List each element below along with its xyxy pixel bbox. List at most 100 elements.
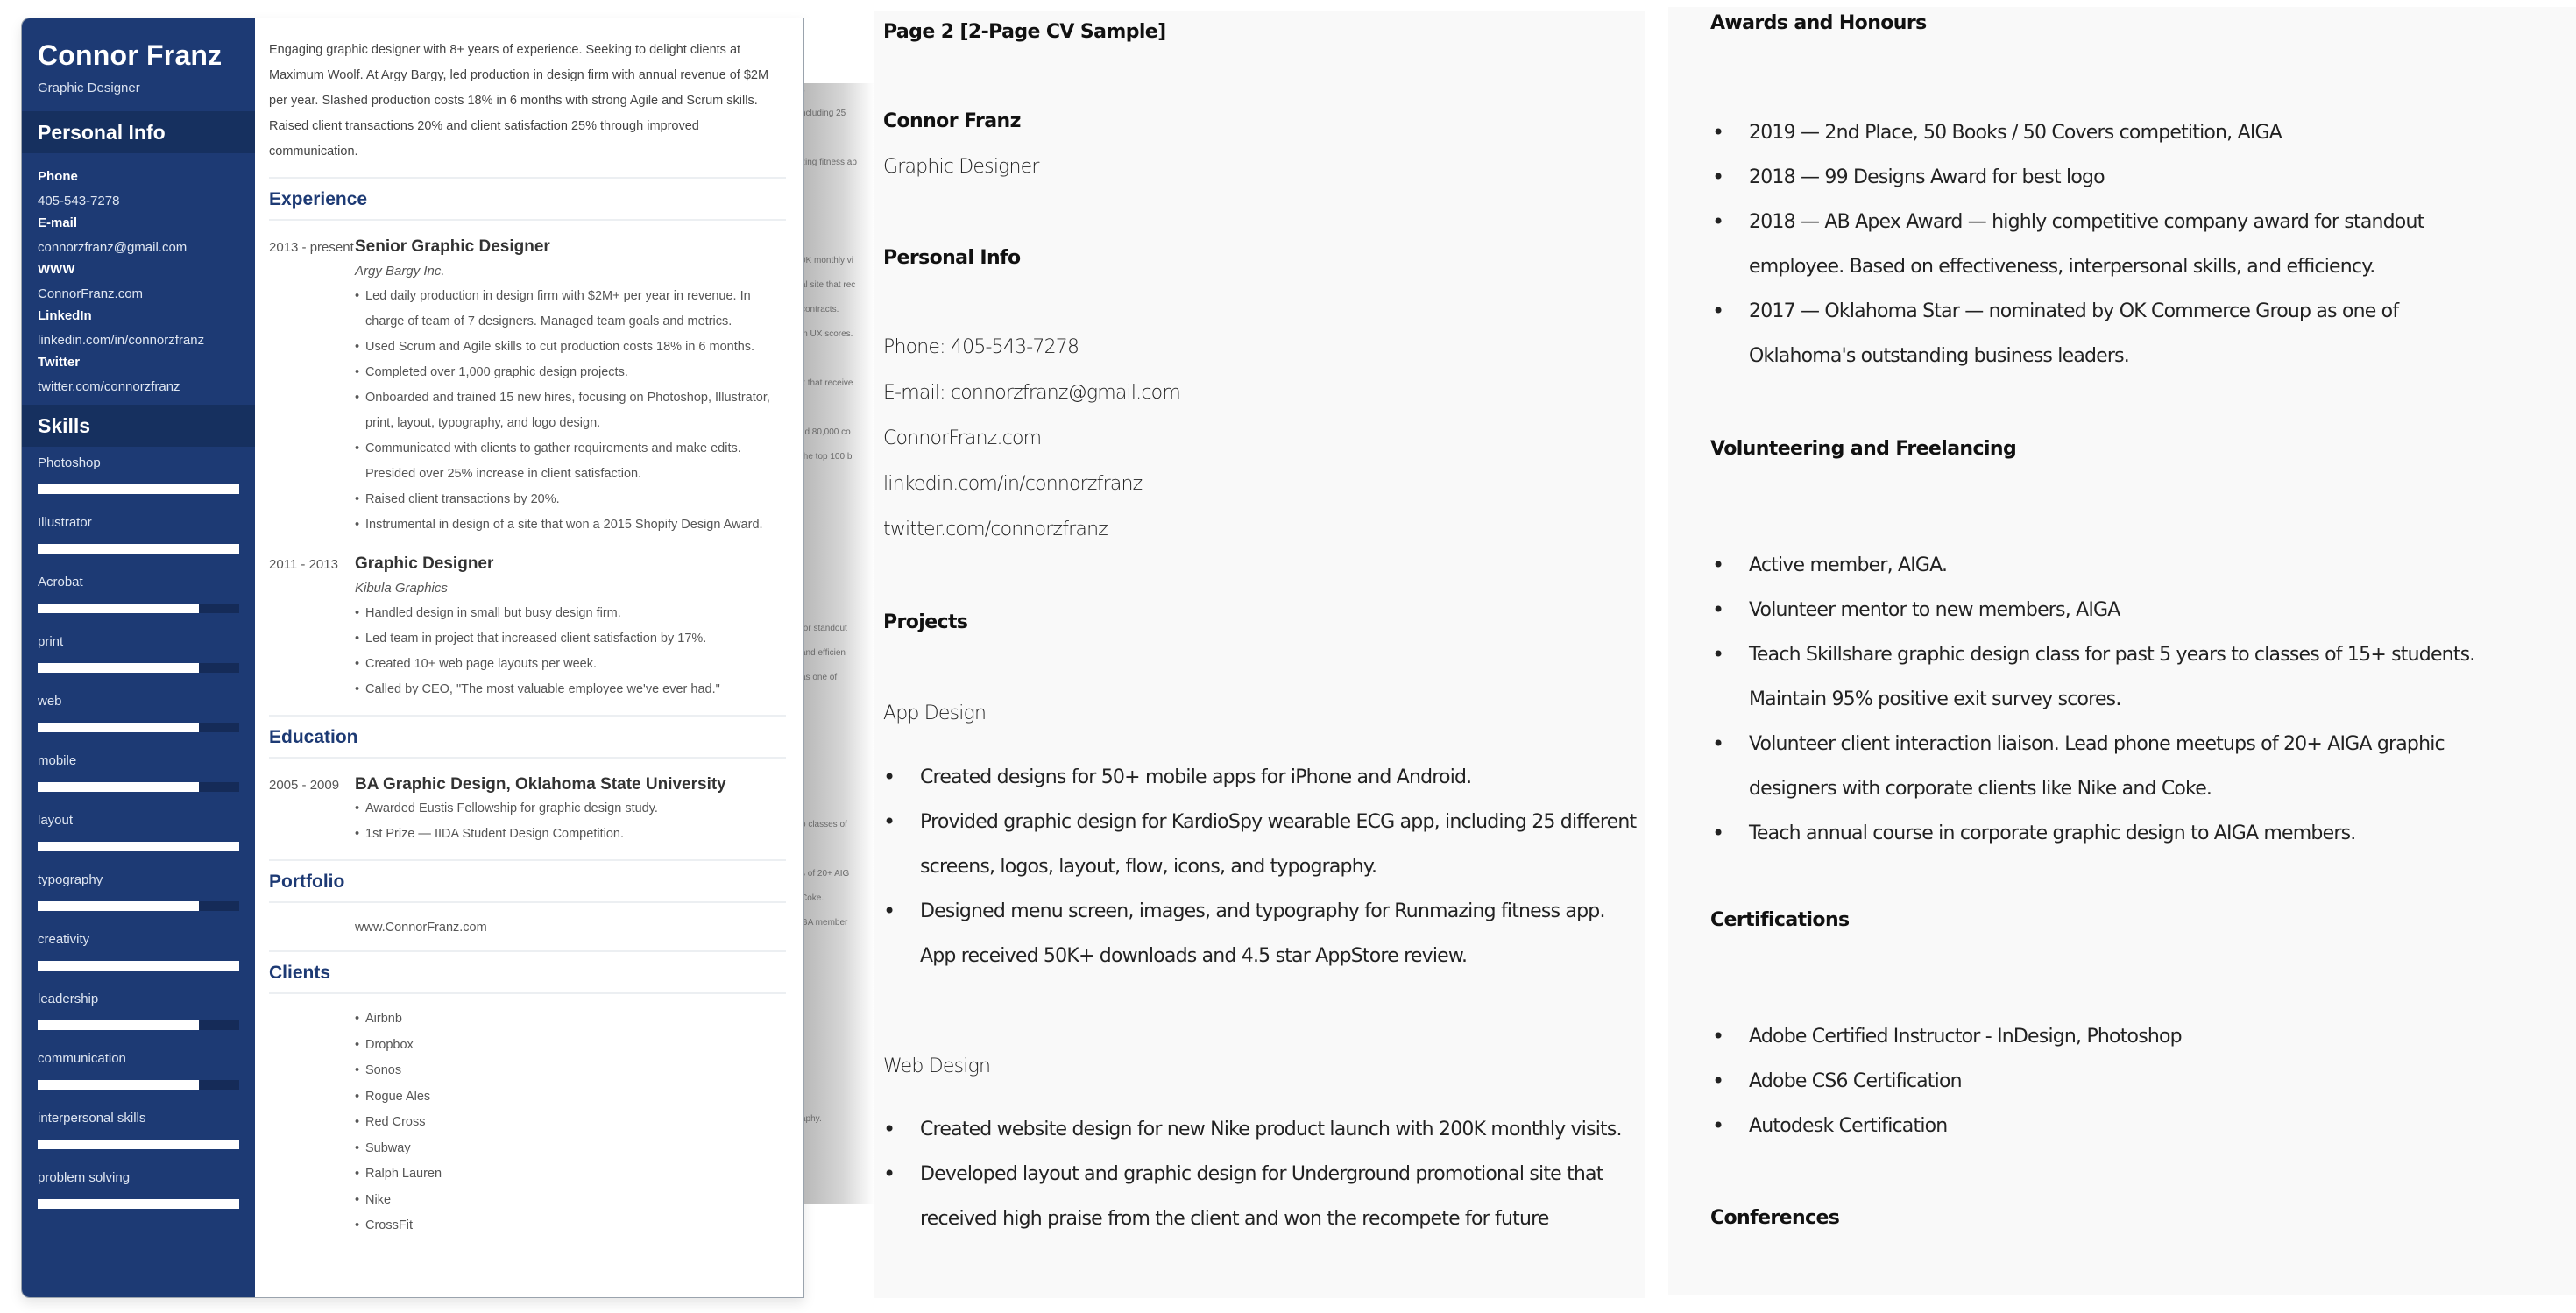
skill-level-bar [38, 1140, 239, 1149]
portfolio-heading: Portfolio [269, 872, 345, 892]
info-label: E-mail [38, 215, 78, 230]
ghost-text-line [804, 1040, 874, 1064]
education-bullet: 1st Prize — IIDA Student Design Competit… [355, 822, 784, 847]
skill-level-bar [38, 961, 239, 971]
skill-level-bar [38, 1080, 239, 1090]
ghost-text-line [804, 574, 874, 598]
ghost-text-line: l, [804, 83, 874, 108]
experience-list: 2013 - present Senior Graphic Designer Arg… [269, 235, 789, 702]
award-item: 2017 — Oklahoma Star — nominated by OK C… [1712, 289, 2501, 378]
award-item: 2019 — 2nd Place, 50 Books / 50 Covers c… [1712, 110, 2501, 155]
info-label: Twitter [38, 355, 81, 370]
ghost-text-line [804, 353, 874, 378]
ghost-text-line: aphy. [804, 1114, 822, 1124]
info-phone: Phone 405-543-7278 [38, 169, 239, 208]
award-item: 2018 — 99 Designs Award for best logo [1712, 155, 2501, 200]
project-bullet: Provided graphic design for KardioSpy we… [883, 800, 1637, 889]
volunteering-item: Active member, AIGA. [1712, 543, 2501, 588]
skill-item: Photoshop [38, 452, 239, 512]
skill-item: problem solving [38, 1167, 239, 1226]
skill-level-bar [38, 782, 239, 792]
divider [269, 859, 786, 861]
skill-name: typography [38, 872, 103, 887]
awards-list: 2019 — 2nd Place, 50 Books / 50 Covers c… [1712, 110, 2501, 378]
experience-bullets: Led daily production in design firm with… [355, 284, 789, 538]
education-heading: Education [269, 727, 358, 747]
education-dates: 2005 - 2009 [269, 778, 340, 793]
projects-heading: Projects [883, 611, 968, 633]
experience-bullet: Used Scrum and Agile skills to cut produ… [355, 335, 784, 360]
skill-name: layout [38, 813, 74, 828]
skill-name: interpersonal skills [38, 1111, 146, 1126]
client-item: Dropbox [355, 1033, 784, 1059]
certification-item: Autodesk Certification [1712, 1104, 2501, 1148]
ghost-text-line [804, 598, 874, 623]
education-entry: 2005 - 2009 BA Graphic Design, Oklahoma … [269, 773, 789, 847]
skill-item: creativity [38, 928, 239, 988]
skill-item: interpersonal skills [38, 1107, 239, 1167]
experience-body: Senior Graphic Designer Argy Bargy Inc. Le… [355, 235, 789, 538]
skill-name: print [38, 634, 64, 649]
ghost-text-line: Coke. [804, 893, 824, 903]
skill-level-fill [38, 1199, 239, 1209]
contact-phone: Phone: 405-543-7278 [883, 336, 1079, 358]
awards-heading: Awards and Honours [1710, 12, 1927, 34]
skill-name: mobile [38, 753, 77, 768]
education-bullet: Awarded Eustis Fellowship for graphic de… [355, 796, 784, 822]
page-3-text-panel: Awards and Honours 2019 — 2nd Place, 50 … [1668, 7, 2576, 1295]
skill-level-bar [38, 604, 239, 613]
ghost-text-line: ild 80,000 co [804, 427, 851, 437]
skill-name: creativity [38, 932, 90, 947]
experience-entry: 2013 - present Senior Graphic Designer Arg… [269, 235, 789, 538]
project-bullet: Developed layout and graphic design for … [883, 1152, 1637, 1241]
page-2-contact-list: Phone: 405-543-7278 E-mail: connorzfranz… [883, 336, 1181, 564]
ghost-text-line: in UX scores. [804, 329, 853, 339]
info-value: linkedin.com/in/connorzfranz [38, 333, 205, 348]
ghost-text-line [804, 794, 874, 819]
volunteering-item: Volunteer mentor to new members, AIGA [1712, 588, 2501, 632]
personal-info-list: Phone 405-543-7278 E-mail connorzfranz@gma… [22, 153, 255, 394]
skill-level-fill [38, 961, 239, 971]
skill-level-bar [38, 484, 239, 494]
experience-bullets: Handled design in small but busy design … [355, 601, 789, 702]
page-2-title: Page 2 [2-Page CV Sample] [883, 21, 1166, 43]
ghost-text-line [804, 1015, 874, 1040]
skill-item: leadership [38, 988, 239, 1048]
info-value: ConnorFranz.com [38, 286, 144, 301]
experience-bullet: Called by CEO, "The most valuable employ… [355, 677, 784, 702]
award-item: 2018 — AB Apex Award — highly competitiv… [1712, 200, 2501, 289]
experience-bullet: Communicated with clients to gather requ… [355, 436, 784, 487]
project-bullet: Created designs for 50+ mobile apps for … [883, 755, 1637, 800]
resume-page-2-thumbnail-top [804, 18, 874, 84]
skill-level-fill [38, 842, 239, 851]
skill-level-fill [38, 901, 199, 911]
contact-twitter: twitter.com/connorzfranz [883, 519, 1108, 540]
client-item: Ralph Lauren [355, 1161, 784, 1188]
skill-name: leadership [38, 992, 99, 1006]
info-www: WWW ConnorFranz.com [38, 262, 239, 301]
skill-name: web [38, 694, 62, 709]
ghost-text-line: as one of [804, 673, 838, 682]
experience-dates: 2013 - present [269, 240, 354, 255]
education-degree: BA Graphic Design, Oklahoma State Univer… [355, 775, 726, 794]
ghost-text-line [804, 991, 874, 1015]
ghost-text-line: contracts. [804, 305, 839, 314]
experience-entry: 2011 - 2013 Graphic Designer Kibula Graphi… [269, 552, 789, 702]
certifications-list: Adobe Certified Instructor - InDesign, P… [1712, 1014, 2501, 1148]
skill-name: communication [38, 1051, 126, 1066]
info-value: 405-543-7278 [38, 194, 120, 208]
skill-item: layout [38, 809, 239, 869]
divider [269, 177, 786, 179]
resume-name: Connor Franz [38, 39, 223, 71]
skill-item: print [38, 631, 239, 690]
skill-level-fill [38, 663, 199, 673]
client-item: Airbnb [355, 1006, 784, 1033]
skill-level-fill [38, 782, 199, 792]
skill-level-bar [38, 723, 239, 732]
divider [269, 715, 786, 717]
volunteering-item: Volunteer client interaction liaison. Le… [1712, 722, 2501, 811]
ghost-text-line [804, 966, 874, 991]
skill-item: Illustrator [38, 512, 239, 571]
info-value: connorzfranz@gmail.com [38, 240, 188, 255]
volunteering-item: Teach Skillshare graphic design class fo… [1712, 632, 2501, 722]
